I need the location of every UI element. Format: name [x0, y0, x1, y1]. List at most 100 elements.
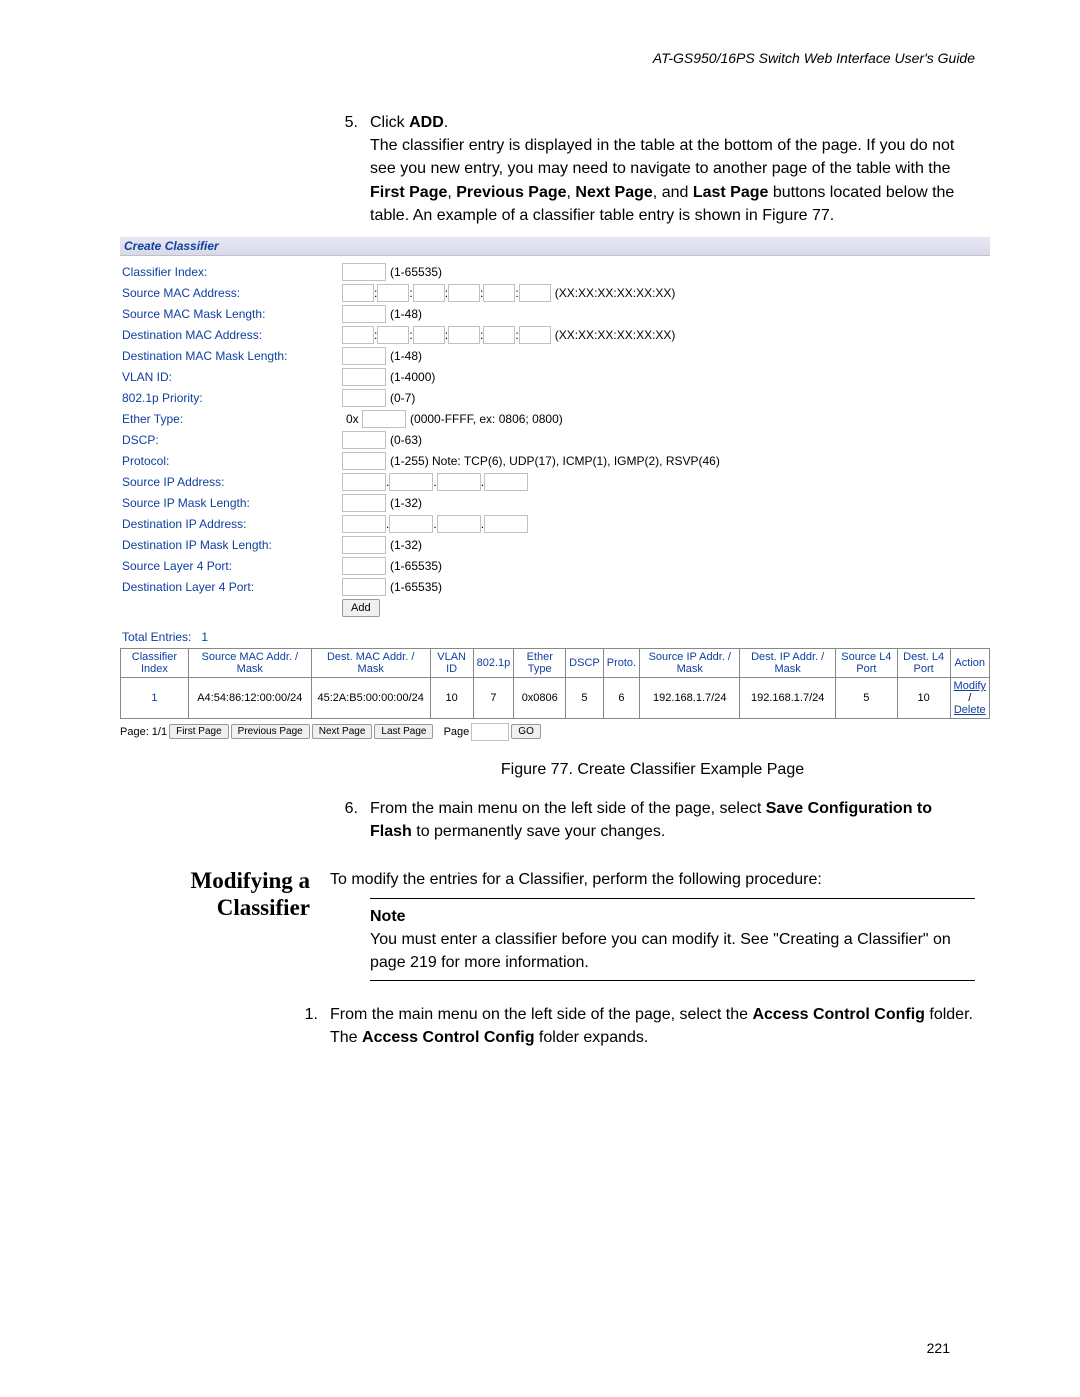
sip-3[interactable] [437, 473, 481, 491]
th: Source IP Addr. / Mask [640, 648, 740, 677]
text: Last Page [693, 184, 769, 201]
first-page-button[interactable]: First Page [169, 724, 229, 739]
form-title: Create Classifier [120, 237, 990, 256]
smac-5[interactable] [483, 284, 515, 302]
text: Next Page [575, 184, 652, 201]
text: . [444, 114, 448, 131]
go-button[interactable]: GO [511, 724, 541, 739]
note-body: You must enter a classifier before you c… [370, 928, 975, 974]
th: Classifier Index [121, 648, 189, 677]
td: 10 [897, 677, 950, 718]
label-pri: 802.1p Priority: [122, 391, 342, 405]
smac-2[interactable] [377, 284, 409, 302]
td-action: Modify / Delete [950, 677, 990, 718]
step-6: 6. From the main menu on the left side o… [330, 797, 975, 843]
add-button[interactable]: Add [342, 599, 380, 617]
label-dl4: Destination Layer 4 Port: [122, 580, 342, 594]
add-label: ADD [409, 114, 444, 131]
text: From the main menu on the left side of t… [330, 1006, 752, 1023]
sip-2[interactable] [389, 473, 433, 491]
hint: (1-48) [390, 307, 422, 321]
divider [370, 980, 975, 981]
hint: (1-48) [390, 349, 422, 363]
pri-input[interactable] [342, 389, 386, 407]
sip-1[interactable] [342, 473, 386, 491]
label-classifier-index: Classifier Index: [122, 265, 342, 279]
smac-6[interactable] [519, 284, 551, 302]
th: Dest. MAC Addr. / Mask [311, 648, 430, 677]
dmac-3[interactable] [413, 326, 445, 344]
smac-4[interactable] [448, 284, 480, 302]
td: 5 [835, 677, 897, 718]
hint: (0000-FFFF, ex: 0806; 0800) [410, 412, 563, 426]
proto-input[interactable] [342, 452, 386, 470]
pager: Page: 1/1 First Page Previous Page Next … [120, 723, 990, 741]
modify-intro: To modify the entries for a Classifier, … [330, 868, 975, 891]
smac-3[interactable] [413, 284, 445, 302]
label-proto: Protocol: [122, 454, 342, 468]
page-input[interactable] [471, 723, 509, 741]
note-block: Note You must enter a classifier before … [370, 898, 975, 982]
dscp-input[interactable] [342, 431, 386, 449]
dip-4[interactable] [484, 515, 528, 533]
previous-page-button[interactable]: Previous Page [231, 724, 310, 739]
label-sl4: Source Layer 4 Port: [122, 559, 342, 573]
dmac-4[interactable] [448, 326, 480, 344]
hint: (1-255) Note: TCP(6), UDP(17), ICMP(1), … [390, 454, 720, 468]
step-number: 6. [330, 797, 370, 843]
th: Ether Type [514, 648, 566, 677]
text: , [447, 184, 456, 201]
label-dipm: Destination IP Mask Length: [122, 538, 342, 552]
eth-input[interactable] [362, 410, 406, 428]
page-label: Page [444, 726, 470, 738]
text: From the main menu on the left side of t… [370, 800, 766, 817]
smask-input[interactable] [342, 305, 386, 323]
label-dest-mac: Destination MAC Address: [122, 328, 342, 342]
hint: (0-63) [390, 433, 422, 447]
step-number: 1. [290, 1003, 330, 1049]
dl4-input[interactable] [342, 578, 386, 596]
td: 192.168.1.7/24 [640, 677, 740, 718]
dmask-input[interactable] [342, 347, 386, 365]
label-source-mac: Source MAC Address: [122, 286, 342, 300]
td: 192.168.1.7/24 [740, 677, 836, 718]
hint: (1-32) [390, 496, 422, 510]
td: 0x0806 [514, 677, 566, 718]
table-row: 1 A4:54:86:12:00:00/24 45:2A:B5:00:00:00… [121, 677, 990, 718]
th: Action [950, 648, 990, 677]
dmac-2[interactable] [377, 326, 409, 344]
dmac-6[interactable] [519, 326, 551, 344]
dip-2[interactable] [389, 515, 433, 533]
modify-link[interactable]: Modify [954, 680, 987, 692]
dip-1[interactable] [342, 515, 386, 533]
classifier-index-input[interactable] [342, 263, 386, 281]
figure-77: Create Classifier Classifier Index: (1-65… [120, 237, 990, 741]
dmac-1[interactable] [342, 326, 374, 344]
next-page-button[interactable]: Next Page [312, 724, 373, 739]
td: 45:2A:B5:00:00:00/24 [311, 677, 430, 718]
td: 5 [566, 677, 604, 718]
dipm-input[interactable] [342, 536, 386, 554]
step-number: 5. [330, 111, 370, 227]
text: Access Control Config [752, 1006, 924, 1023]
classifier-table: Classifier Index Source MAC Addr. / Mask… [120, 648, 990, 719]
total-entries-value: 1 [201, 630, 208, 644]
vlan-input[interactable] [342, 368, 386, 386]
page-header: AT-GS950/16PS Switch Web Interface User'… [135, 50, 975, 66]
page-number: 221 [0, 1340, 950, 1356]
dip-3[interactable] [437, 515, 481, 533]
dmac-5[interactable] [483, 326, 515, 344]
last-page-button[interactable]: Last Page [374, 724, 433, 739]
sip-4[interactable] [484, 473, 528, 491]
hint: (1-32) [390, 538, 422, 552]
smac-1[interactable] [342, 284, 374, 302]
label-sipm: Source IP Mask Length: [122, 496, 342, 510]
sipm-input[interactable] [342, 494, 386, 512]
th: Source MAC Addr. / Mask [188, 648, 311, 677]
page-indicator: Page: 1/1 [120, 726, 167, 738]
label-eth: Ether Type: [122, 412, 342, 426]
delete-link[interactable]: Delete [954, 704, 987, 716]
sl4-input[interactable] [342, 557, 386, 575]
hint: (1-65535) [390, 580, 442, 594]
td: 10 [430, 677, 473, 718]
